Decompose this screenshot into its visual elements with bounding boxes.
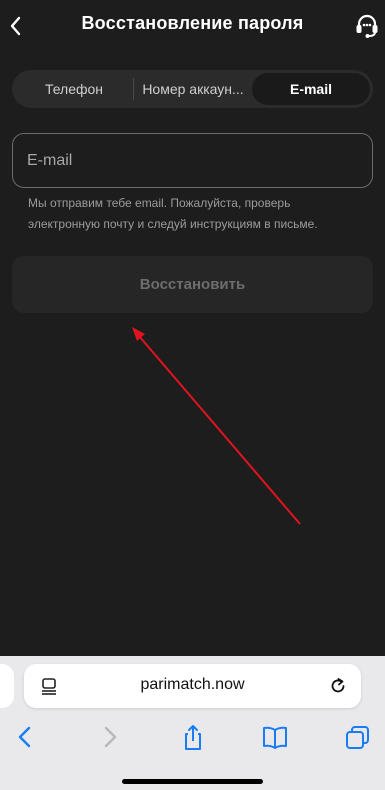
url-text: parimatch.now (140, 676, 245, 693)
previous-tab-preview[interactable] (0, 664, 14, 708)
back-icon (18, 726, 31, 748)
browser-toolbar (0, 720, 385, 754)
browser-forward-button[interactable] (95, 723, 125, 751)
reload-icon[interactable] (328, 676, 348, 696)
screen: Восстановление пароля Телефон Номер акка… (0, 0, 385, 790)
share-icon (185, 725, 201, 750)
tab-phone[interactable]: Телефон (15, 73, 133, 105)
page-title: Восстановление пароля (81, 13, 304, 33)
tab-email[interactable]: E-mail (252, 73, 370, 105)
back-button[interactable] (4, 12, 28, 40)
forward-icon (104, 726, 117, 748)
bookmarks-icon (263, 726, 287, 749)
email-input[interactable] (13, 134, 372, 187)
address-bar[interactable]: parimatch.now (24, 664, 361, 708)
headset-icon (356, 14, 378, 38)
tabs-icon (346, 726, 369, 749)
page-menu-icon[interactable] (40, 677, 58, 695)
chevron-left-icon (10, 16, 21, 36)
recovery-method-tabs: Телефон Номер аккаун... E-mail (12, 70, 373, 108)
header: Восстановление пароля (0, 0, 385, 52)
browser-chrome: parimatch.now (0, 656, 385, 790)
browser-bookmarks-button[interactable] (260, 723, 290, 751)
support-button[interactable] (353, 11, 381, 41)
restore-button[interactable]: Восстановить (12, 256, 373, 313)
browser-share-button[interactable] (178, 723, 208, 751)
browser-back-button[interactable] (10, 723, 40, 751)
email-field[interactable] (12, 133, 373, 188)
browser-tabs-button[interactable] (343, 723, 373, 751)
tab-account-number[interactable]: Номер аккаун... (134, 73, 252, 105)
home-indicator (122, 779, 263, 784)
email-hint-text: Мы отправим тебе email. Пожалуйста, пров… (28, 196, 318, 231)
